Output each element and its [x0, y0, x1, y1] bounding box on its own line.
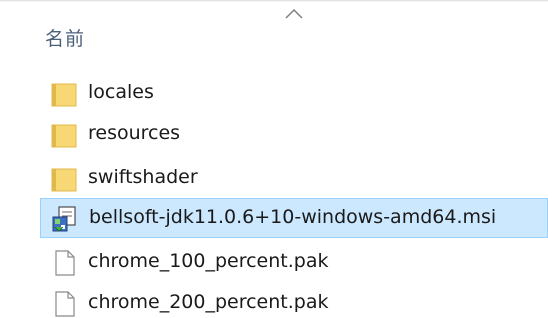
list-item-swiftshader[interactable]: swiftshader [40, 159, 548, 199]
list-item-chrome-100-percent[interactable]: chrome_100_percent.pak [40, 243, 548, 283]
list-item-chrome-200-percent[interactable]: chrome_200_percent.pak [40, 284, 548, 318]
list-item-resources[interactable]: resources [40, 115, 548, 155]
file-name: locales [88, 81, 154, 103]
document-icon [55, 291, 75, 317]
file-name: swiftshader [88, 166, 198, 188]
folder-icon [51, 83, 77, 107]
column-header-name[interactable]: 名前 [0, 0, 548, 62]
chevron-up-icon [285, 9, 303, 19]
list-item-jdk-installer[interactable]: bellsoft-jdk11.0.6+10-windows-amd64.msi [40, 198, 548, 238]
file-name: resources [88, 122, 181, 144]
file-name: chrome_200_percent.pak [88, 291, 329, 313]
folder-icon [51, 124, 77, 148]
file-name: bellsoft-jdk11.0.6+10-windows-amd64.msi [89, 206, 497, 228]
list-item-locales[interactable]: locales [40, 74, 548, 114]
document-icon [55, 250, 75, 276]
folder-icon [51, 168, 77, 192]
column-header-label: 名前 [45, 28, 86, 50]
file-name: chrome_100_percent.pak [88, 250, 329, 272]
msi-installer-icon [52, 206, 76, 232]
file-explorer-pane: 名前 locales resources swiftshader bellsof… [0, 0, 548, 318]
